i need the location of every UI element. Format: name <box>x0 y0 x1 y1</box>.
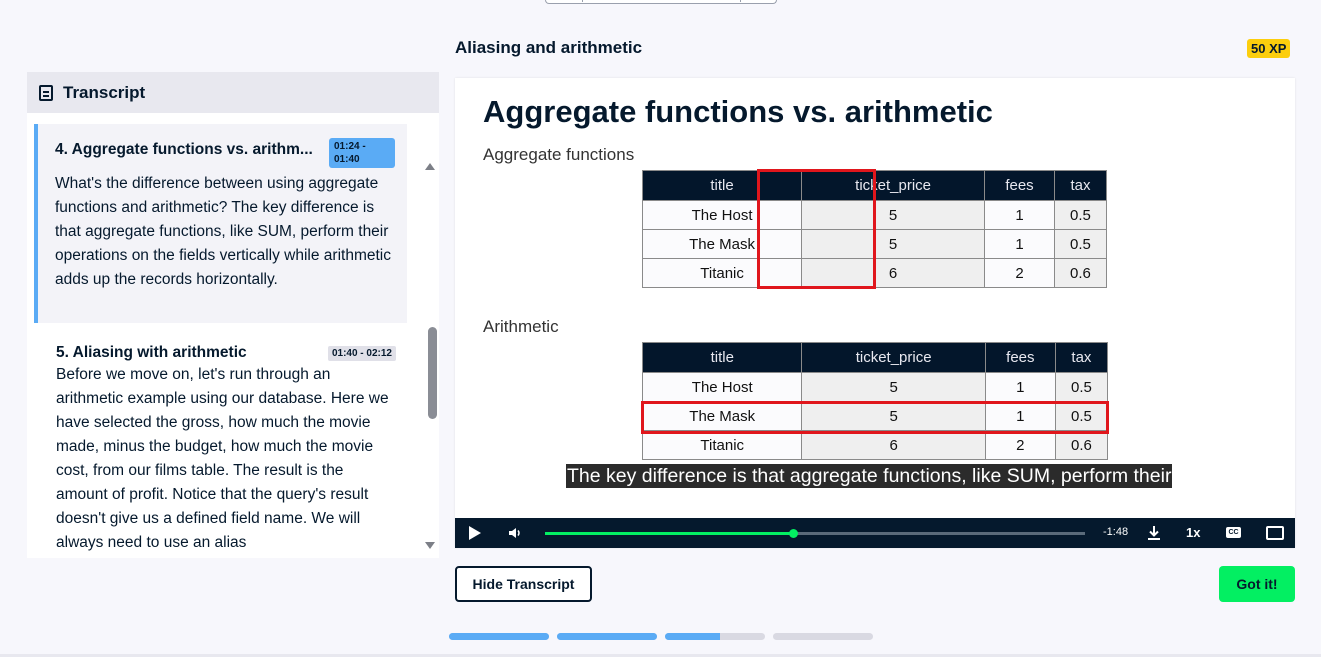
scrollbar-thumb[interactable] <box>428 327 437 419</box>
document-icon <box>39 84 53 101</box>
playback-speed-button[interactable]: 1x <box>1186 525 1200 540</box>
column-header: tax <box>1053 170 1108 201</box>
transcript-list[interactable]: 4. Aggregate functions vs. arithm... 01:… <box>27 113 439 558</box>
lesson-title: Aliasing and arithmetic <box>455 38 643 57</box>
transcript-entry-title: 4. Aggregate functions vs. arithm... <box>55 141 313 158</box>
video-controls: -1:48 1x CC <box>455 518 1295 548</box>
table-cell: 1 <box>984 372 1056 402</box>
top-tab-stub <box>545 0 777 4</box>
transcript-entry-text: What's the difference between using aggr… <box>55 175 391 288</box>
progress-fill <box>545 532 794 535</box>
volume-icon[interactable] <box>508 526 522 540</box>
timestamp-badge[interactable]: 01:40 - 02:12 <box>327 346 396 361</box>
table-row: Titanic 6 2 0.6 <box>641 430 1109 460</box>
table-cell: The Host <box>641 372 803 402</box>
table-cell: 0.5 <box>1053 200 1108 230</box>
xp-badge: 50 XP <box>1247 39 1291 58</box>
play-icon[interactable] <box>469 526 481 540</box>
step-bar[interactable] <box>665 633 765 640</box>
table-cell: 0.6 <box>1054 430 1109 460</box>
arithmetic-section-label: Arithmetic <box>483 317 559 336</box>
slide-title: Aggregate functions vs. arithmetic <box>483 94 993 129</box>
column-header: fees <box>984 170 1055 201</box>
video-caption: The key difference is that aggregate fun… <box>566 464 1173 488</box>
progress-handle[interactable] <box>789 529 799 538</box>
table-cell: 0.5 <box>1054 372 1109 402</box>
table-cell: 5 <box>801 372 986 402</box>
table-cell: 1 <box>984 200 1055 230</box>
step-bar[interactable] <box>773 633 873 640</box>
table-cell: 6 <box>801 430 986 460</box>
table-row: The Host 5 1 0.5 <box>641 372 1109 402</box>
timestamp-badge[interactable]: 01:24 - 01:40 <box>329 138 395 168</box>
video-player[interactable]: Aggregate functions vs. arithmetic Aggre… <box>455 78 1295 548</box>
scroll-down-arrow-icon[interactable] <box>425 542 435 549</box>
step-fill <box>665 633 720 640</box>
closed-captions-icon[interactable]: CC <box>1226 527 1241 538</box>
table-cell: 0.5 <box>1053 229 1108 259</box>
transcript-title: Transcript <box>63 82 146 102</box>
column-highlight-box <box>757 169 876 289</box>
transcript-header: Transcript <box>27 72 439 113</box>
step-fill <box>449 633 549 640</box>
got-it-button[interactable]: Got it! <box>1219 566 1295 602</box>
column-header: title <box>641 342 803 373</box>
table-cell: 2 <box>984 258 1055 288</box>
table-cell: 1 <box>984 229 1055 259</box>
aggregate-section-label: Aggregate functions <box>483 145 635 164</box>
transcript-entry-text: Before we move on, let's run through an … <box>56 366 389 551</box>
step-fill <box>557 633 657 640</box>
row-highlight-box <box>641 401 1109 434</box>
download-icon[interactable] <box>1145 524 1163 542</box>
table-cell: 0.6 <box>1053 258 1108 288</box>
column-header: ticket_price <box>801 342 986 373</box>
transcript-entry-4[interactable]: 4. Aggregate functions vs. arithm... 01:… <box>34 124 407 323</box>
column-header: tax <box>1054 342 1109 373</box>
step-bar[interactable] <box>557 633 657 640</box>
hide-transcript-button[interactable]: Hide Transcript <box>455 566 592 602</box>
time-remaining: -1:48 <box>1103 526 1129 538</box>
column-header: fees <box>984 342 1056 373</box>
table-cell: Titanic <box>641 430 803 460</box>
scroll-up-arrow-icon[interactable] <box>425 163 435 170</box>
transcript-panel: Transcript 4. Aggregate functions vs. ar… <box>27 72 439 558</box>
transcript-entry-5[interactable]: 5. Aliasing with arithmetic 01:40 - 02:1… <box>35 327 408 555</box>
table-cell: 2 <box>984 430 1056 460</box>
step-bar[interactable] <box>449 633 549 640</box>
fullscreen-icon[interactable] <box>1266 526 1284 540</box>
transcript-entry-title: 5. Aliasing with arithmetic <box>56 344 247 361</box>
video-progress-bar[interactable] <box>545 529 1085 538</box>
